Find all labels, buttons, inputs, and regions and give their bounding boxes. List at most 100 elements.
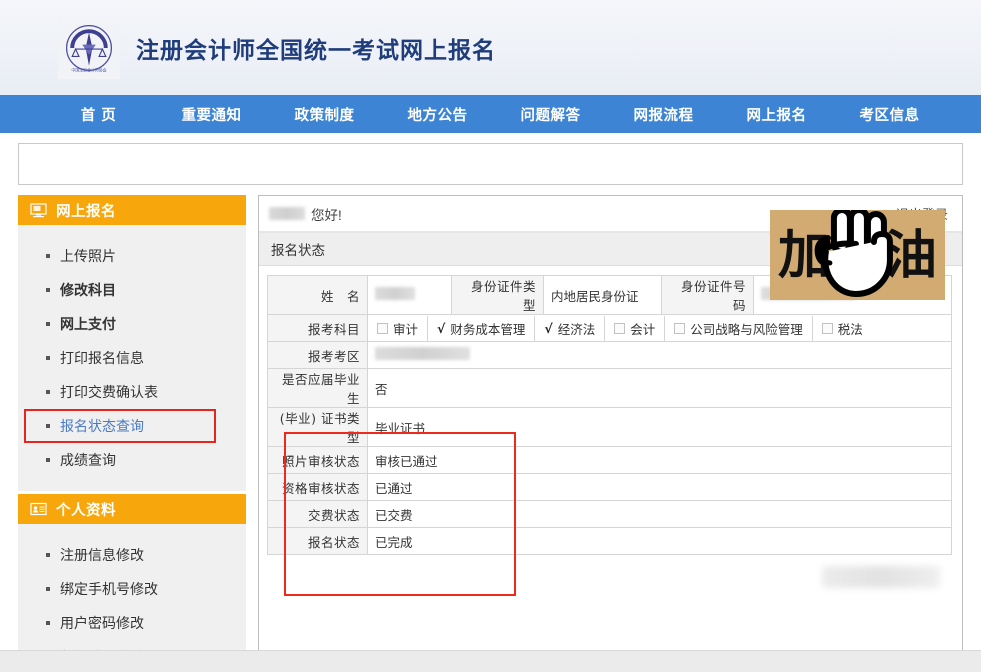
sidebar-section-title: 个人资料 — [56, 499, 116, 520]
sidebar-item-label: 上传照片 — [60, 246, 116, 266]
sidebar-item-label: 绑定手机号修改 — [60, 579, 158, 599]
sidebar-item-label: 成绩查询 — [60, 450, 116, 470]
subject-checkbox-corporate-strategy-risk-management[interactable]: 公司战略与风险管理 — [665, 316, 813, 341]
checkmark-icon: √ — [437, 321, 445, 336]
table-row: (毕业) 证书类型 毕业证书 — [268, 408, 952, 447]
table-row: 报名状态 已完成 — [268, 528, 952, 555]
site-header: 中国注册会计师协会 注册会计师全国统一考试网上报名 — [0, 0, 981, 95]
nav-item-home[interactable]: 首 页 — [42, 95, 155, 133]
subject-checkbox-financial-cost-management[interactable]: √ 财务成本管理 — [428, 316, 535, 341]
id-card-icon — [30, 502, 47, 517]
redacted-action-button[interactable] — [822, 566, 940, 588]
sidebar-item-print-payment-confirmation[interactable]: 打印交费确认表 — [18, 375, 246, 409]
sidebar-item-score-query[interactable]: 成绩查询 — [18, 443, 246, 477]
subject-label: 审计 — [393, 319, 418, 338]
table-row-subjects: 报考科目 审计 √ 财务成本管理 — [268, 315, 952, 342]
subject-checkbox-economic-law[interactable]: √ 经济法 — [535, 316, 605, 341]
label-id-type: 身份证件类型 — [452, 276, 544, 315]
nav-item-local-announcement[interactable]: 地方公告 — [381, 95, 494, 133]
sidebar-item-modify-bound-phone[interactable]: 绑定手机号修改 — [18, 572, 246, 606]
value-payment-status: 已交费 — [368, 501, 952, 528]
value-is-fresh-graduate: 否 — [368, 369, 952, 408]
main-navigation: 首 页 重要通知 政策制度 地方公告 问题解答 网报流程 网上报名 考区信息 — [0, 95, 981, 133]
bullet-icon — [46, 322, 50, 326]
sidebar-item-label: 注册信息修改 — [60, 545, 144, 565]
subject-checkbox-tax-law[interactable]: 税法 — [813, 316, 872, 341]
raised-fist-hand-icon — [803, 210, 907, 300]
sidebar-item-label: 打印报名信息 — [60, 348, 144, 368]
page-root: 中国注册会计师协会 注册会计师全国统一考试网上报名 首 页 重要通知 政策制度 … — [0, 0, 981, 672]
encouragement-sticker-overlay: 加 油 — [770, 210, 945, 300]
checkmark-icon: √ — [544, 321, 552, 336]
registration-table-wrapper: 姓 名 身份证件类型 内地居民身份证 身份证件号码 — [259, 266, 962, 555]
sidebar-item-label: 修改科目 — [60, 280, 116, 300]
cicpa-scales-emblem-icon: 中国注册会计师协会 — [58, 17, 120, 79]
redacted-exam-area-value — [375, 347, 470, 360]
registration-status-table: 姓 名 身份证件类型 内地居民身份证 身份证件号码 — [267, 275, 952, 555]
sidebar-item-print-registration-info[interactable]: 打印报名信息 — [18, 341, 246, 375]
checkbox-unchecked-icon[interactable] — [377, 323, 388, 334]
sidebar-section-header-personal-info: 个人资料 — [18, 494, 246, 524]
monitor-icon — [30, 203, 47, 218]
label-exam-area: 报考考区 — [268, 342, 368, 369]
bullet-icon — [46, 553, 50, 557]
sidebar: 网上报名 上传照片 修改科目 网上支付 — [18, 195, 246, 672]
bullet-icon — [46, 587, 50, 591]
nav-item-online-registration[interactable]: 网上报名 — [720, 95, 833, 133]
value-subjects: 审计 √ 财务成本管理 √ 经济法 — [368, 315, 952, 342]
redacted-username — [269, 207, 305, 220]
bullet-icon — [46, 424, 50, 428]
sidebar-item-modify-password[interactable]: 用户密码修改 — [18, 606, 246, 640]
bullet-icon — [46, 390, 50, 394]
label-certificate-type: (毕业) 证书类型 — [268, 408, 368, 447]
bullet-icon — [46, 356, 50, 360]
nav-item-registration-process[interactable]: 网报流程 — [607, 95, 720, 133]
sidebar-item-upload-photo[interactable]: 上传照片 — [18, 239, 246, 273]
sidebar-item-modify-subjects[interactable]: 修改科目 — [18, 273, 246, 307]
label-is-fresh-graduate: 是否应届毕业生 — [268, 369, 368, 408]
subject-label: 财务成本管理 — [450, 319, 525, 338]
subject-checkbox-audit[interactable]: 审计 — [368, 316, 428, 341]
banner-placeholder — [18, 143, 963, 185]
subject-checkbox-accounting[interactable]: 会计 — [605, 316, 665, 341]
subject-label: 公司战略与风险管理 — [690, 319, 803, 338]
checkbox-unchecked-icon[interactable] — [822, 323, 833, 334]
bullet-icon — [46, 254, 50, 258]
nav-item-policy[interactable]: 政策制度 — [268, 95, 381, 133]
checkbox-unchecked-icon[interactable] — [614, 323, 625, 334]
value-registration-status: 已完成 — [368, 528, 952, 555]
footer-strip — [0, 650, 981, 672]
sidebar-item-label: 网上支付 — [60, 314, 116, 334]
site-title: 注册会计师全国统一考试网上报名 — [136, 31, 496, 65]
label-photo-review-status: 照片审核状态 — [268, 447, 368, 474]
label-payment-status: 交费状态 — [268, 501, 368, 528]
label-qualification-review-status: 资格审核状态 — [268, 474, 368, 501]
label-registration-status: 报名状态 — [268, 528, 368, 555]
nav-item-exam-area-info[interactable]: 考区信息 — [833, 95, 946, 133]
nav-item-faq[interactable]: 问题解答 — [494, 95, 607, 133]
nav-item-important-notice[interactable]: 重要通知 — [155, 95, 268, 133]
value-exam-area — [368, 342, 952, 369]
sidebar-section-title: 网上报名 — [56, 200, 116, 221]
sidebar-item-label: 打印交费确认表 — [60, 382, 158, 402]
sidebar-section-header-online-registration: 网上报名 — [18, 195, 246, 225]
sidebar-item-online-payment[interactable]: 网上支付 — [18, 307, 246, 341]
sidebar-item-label: 用户密码修改 — [60, 613, 144, 633]
sidebar-item-label: 报名状态查询 — [60, 416, 144, 436]
table-row: 资格审核状态 已通过 — [268, 474, 952, 501]
sidebar-item-modify-registration-info[interactable]: 注册信息修改 — [18, 538, 246, 572]
value-certificate-type: 毕业证书 — [368, 408, 952, 447]
subject-checkbox-strip: 审计 √ 财务成本管理 √ 经济法 — [368, 316, 951, 341]
label-subjects: 报考科目 — [268, 315, 368, 342]
redacted-name-value — [375, 287, 415, 300]
bullet-icon — [46, 621, 50, 625]
table-row: 照片审核状态 审核已通过 — [268, 447, 952, 474]
checkbox-unchecked-icon[interactable] — [674, 323, 685, 334]
table-row: 是否应届毕业生 否 — [268, 369, 952, 408]
bullet-icon — [46, 288, 50, 292]
greeting-text: 您好! — [311, 204, 342, 224]
value-id-type: 内地居民身份证 — [544, 276, 662, 315]
table-row-exam-area: 报考考区 — [268, 342, 952, 369]
bullet-icon — [46, 458, 50, 462]
sidebar-item-registration-status-query[interactable]: 报名状态查询 — [24, 409, 216, 443]
